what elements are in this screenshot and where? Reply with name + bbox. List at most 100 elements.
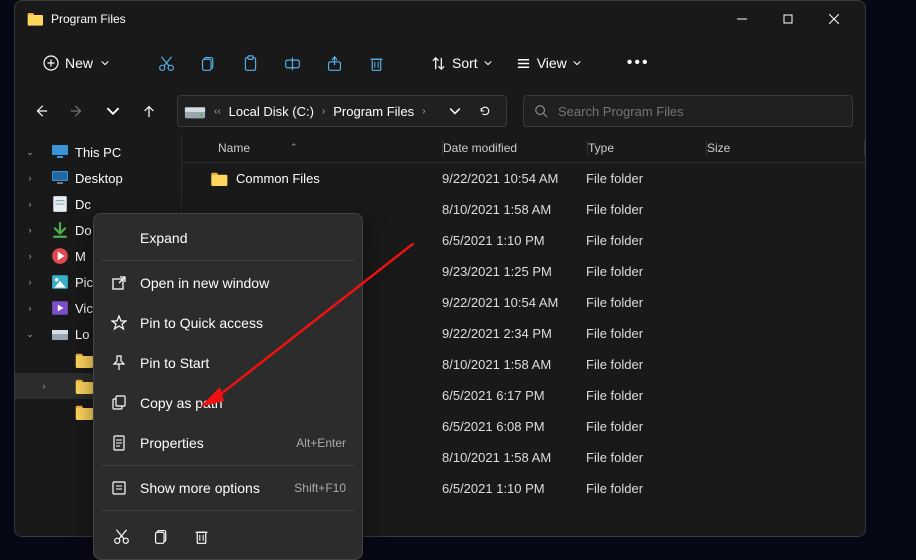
close-button[interactable] [811, 3, 857, 35]
cm-cut-button[interactable] [102, 519, 140, 553]
copy-button[interactable] [189, 45, 227, 81]
cell-type: File folder [586, 450, 704, 465]
forward-button[interactable] [63, 97, 91, 125]
header-date[interactable]: Date modified [443, 141, 587, 155]
up-button[interactable] [135, 97, 163, 125]
cell-date: 9/22/2021 10:54 AM [442, 171, 586, 186]
expand-icon[interactable]: › [37, 381, 51, 391]
item-icon [51, 248, 69, 264]
separator [102, 465, 354, 466]
cm-properties[interactable]: Properties Alt+Enter [98, 423, 358, 463]
view-button[interactable]: View [506, 49, 591, 77]
search-icon [534, 104, 548, 118]
crumb-program-files[interactable]: Program Files [329, 104, 418, 119]
expand-icon[interactable]: › [23, 277, 37, 287]
cm-open-new-window[interactable]: Open in new window [98, 263, 358, 303]
history-button[interactable] [99, 97, 127, 125]
cell-type: File folder [586, 326, 704, 341]
header-type[interactable]: Type [588, 141, 706, 155]
tree-this-pc[interactable]: ⌄ This PC [15, 139, 181, 165]
cell-date: 6/5/2021 1:10 PM [442, 481, 586, 496]
cm-show-more[interactable]: Show more options Shift+F10 [98, 468, 358, 508]
cell-date: 9/22/2021 10:54 AM [442, 295, 586, 310]
view-label: View [537, 55, 567, 71]
cell-date: 9/22/2021 2:34 PM [442, 326, 586, 341]
plus-circle-icon [43, 55, 59, 71]
cm-delete-button[interactable] [182, 519, 220, 553]
expand-icon[interactable]: ⌄ [23, 329, 37, 340]
delete-button[interactable] [357, 45, 395, 81]
cut-button[interactable] [147, 45, 185, 81]
cm-pin-start[interactable]: Pin to Start [98, 343, 358, 383]
cm-copy-button[interactable] [142, 519, 180, 553]
chevron-down-icon [573, 59, 581, 67]
cm-pin-quick[interactable]: Pin to Quick access [98, 303, 358, 343]
table-row[interactable]: Common Files9/22/2021 10:54 AMFile folde… [182, 163, 865, 194]
expand-icon[interactable]: › [23, 199, 37, 209]
tree-item[interactable]: ›Desktop [15, 165, 181, 191]
cell-type: File folder [586, 264, 704, 279]
breadcrumb-dropdown-button[interactable] [440, 97, 470, 125]
chevron-right-icon: › [318, 106, 329, 117]
sort-label: Sort [452, 55, 478, 71]
item-icon [51, 326, 69, 342]
breadcrumb[interactable]: ‹‹ Local Disk (C:) › Program Files › [177, 95, 507, 127]
refresh-button[interactable] [470, 97, 500, 125]
search-input[interactable] [558, 104, 842, 119]
sort-button[interactable]: Sort [421, 49, 502, 77]
separator [102, 260, 354, 261]
cell-type: File folder [586, 481, 704, 496]
show-more-icon [110, 479, 128, 497]
expand-icon[interactable]: › [23, 303, 37, 313]
cell-type: File folder [586, 202, 704, 217]
titlebar: Program Files [15, 1, 865, 37]
navbar: ‹‹ Local Disk (C:) › Program Files › [15, 89, 865, 133]
column-headers: Name⌃ Date modified Type Size [182, 133, 865, 163]
cell-date: 6/5/2021 6:17 PM [442, 388, 586, 403]
disk-icon [184, 101, 206, 121]
new-label: New [65, 55, 93, 71]
cm-footer [98, 513, 358, 555]
crumb-local-disk[interactable]: Local Disk (C:) [225, 104, 318, 119]
context-menu: Expand Open in new window Pin to Quick a… [93, 213, 363, 560]
back-button[interactable] [27, 97, 55, 125]
sort-icon [431, 56, 446, 71]
cell-date: 6/5/2021 1:10 PM [442, 233, 586, 248]
rename-button[interactable] [273, 45, 311, 81]
cell-date: 8/10/2021 1:58 AM [442, 450, 586, 465]
item-icon [75, 352, 93, 368]
properties-icon [110, 434, 128, 452]
item-icon [75, 404, 93, 420]
copy-path-icon [110, 394, 128, 412]
expand-icon[interactable]: › [23, 251, 37, 261]
minimize-button[interactable] [719, 3, 765, 35]
header-name[interactable]: Name⌃ [182, 141, 442, 155]
more-button[interactable]: ••• [617, 54, 660, 72]
chevron-left-icon: ‹‹ [210, 106, 225, 117]
search-box[interactable] [523, 95, 853, 127]
tree-label: M [75, 249, 86, 264]
blank-icon [110, 229, 128, 247]
expand-icon[interactable]: › [23, 225, 37, 235]
toolbar: New Sort View ••• [15, 37, 865, 89]
expand-icon[interactable]: › [23, 173, 37, 183]
cell-date: 9/23/2021 1:25 PM [442, 264, 586, 279]
chevron-down-icon [484, 59, 492, 67]
cell-date: 8/10/2021 1:58 AM [442, 357, 586, 372]
cm-expand[interactable]: Expand [98, 218, 358, 258]
item-icon [51, 300, 69, 316]
item-icon [51, 170, 69, 186]
chevron-right-icon: › [418, 106, 429, 117]
new-button[interactable]: New [31, 49, 121, 77]
cell-type: File folder [586, 419, 704, 434]
tree-label: Dc [75, 197, 91, 212]
cell-date: 6/5/2021 6:08 PM [442, 419, 586, 434]
share-button[interactable] [315, 45, 353, 81]
paste-button[interactable] [231, 45, 269, 81]
collapse-icon[interactable]: ⌄ [23, 147, 37, 158]
maximize-button[interactable] [765, 3, 811, 35]
monitor-icon [51, 144, 69, 160]
folder-icon [27, 11, 43, 27]
cm-copy-path[interactable]: Copy as path [98, 383, 358, 423]
header-size[interactable]: Size [707, 141, 864, 155]
